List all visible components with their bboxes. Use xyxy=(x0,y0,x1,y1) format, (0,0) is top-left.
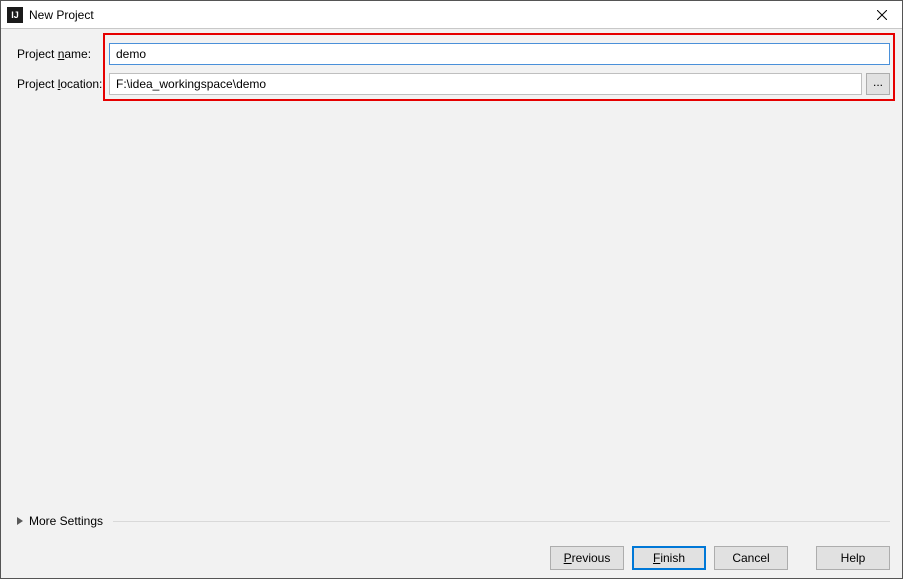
content-area: Project name: Project location: ... More… xyxy=(1,29,902,538)
project-name-row: Project name: xyxy=(17,43,890,65)
close-button[interactable] xyxy=(862,1,902,29)
cancel-button[interactable]: Cancel xyxy=(714,546,788,570)
previous-button[interactable]: Previous xyxy=(550,546,624,570)
project-name-label: Project name: xyxy=(17,47,109,61)
window-title: New Project xyxy=(29,8,94,22)
more-settings-label: More Settings xyxy=(29,514,103,528)
chevron-right-icon xyxy=(17,517,23,525)
more-settings-toggle[interactable]: More Settings xyxy=(17,514,890,528)
project-location-label: Project location: xyxy=(17,77,109,91)
titlebar: IJ New Project xyxy=(1,1,902,29)
close-icon xyxy=(877,10,887,20)
browse-button[interactable]: ... xyxy=(866,73,890,95)
project-location-input[interactable] xyxy=(109,73,862,95)
finish-button[interactable]: Finish xyxy=(632,546,706,570)
help-button[interactable]: Help xyxy=(816,546,890,570)
app-icon-text: IJ xyxy=(11,10,19,20)
project-name-input[interactable] xyxy=(109,43,890,65)
button-bar: Previous Finish Cancel Help xyxy=(1,538,902,578)
separator-line xyxy=(113,521,890,522)
project-location-row: Project location: ... xyxy=(17,73,890,95)
app-icon: IJ xyxy=(7,7,23,23)
form-area: Project name: Project location: ... xyxy=(1,29,902,95)
